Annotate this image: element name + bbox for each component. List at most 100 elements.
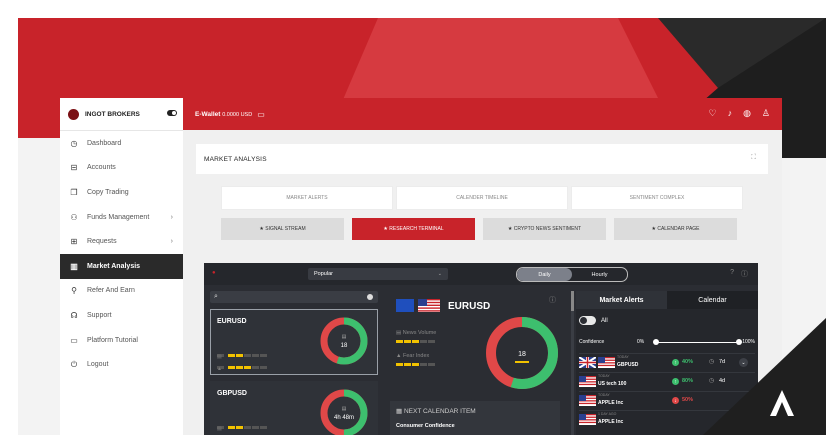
confidence-slider-track[interactable] [654,342,739,343]
pair-card-eurusd[interactable]: EURUSD ▤ ▲ ▤ 18 [210,309,378,375]
sidebar-item-label: Requests [87,238,117,246]
sidebar-item-label: Dashboard [87,139,122,147]
all-label: All [601,317,608,324]
us-flag-icon [579,376,596,387]
pair-name: EURUSD [217,318,247,325]
chevron-down-icon[interactable]: ⌄ [739,358,748,367]
news-bars: ▤ [217,354,267,360]
sidebar-item-copy-trading[interactable]: ❐ Copy Trading [60,180,183,205]
wallet-icon[interactable]: ▭ [257,110,265,119]
all-filter: All [579,316,608,325]
chevron-right-icon: › [170,213,173,221]
tab-market-alerts[interactable]: Market Alerts [576,291,667,309]
accounts-icon: ⊟ [70,163,78,173]
heart-icon[interactable]: ♡ [708,108,716,118]
tutorial-icon: ▭ [70,335,78,345]
alert-time: TODAY [617,355,629,359]
tab-research-terminal[interactable]: ★ RESEARCH TERMINAL [352,218,475,240]
info-icon[interactable]: ⓘ [549,295,556,305]
analysis-tabs-row1: MARKET ALERTS CALENDER TIMELINE SENTIMENT … [221,186,743,210]
market-select[interactable]: Popular ⌄ [308,268,448,280]
terminal-header: ● Popular ⌄ Daily Hourly ? ⓘ [204,263,758,285]
uk-flag-icon [579,357,596,368]
fear-bars: ▲ [217,366,267,372]
sentiment-ring: ▤ 4h 48m [320,389,368,435]
confidence-slider-min-handle[interactable] [653,339,659,345]
sidebar-item-platform-tutorial[interactable]: ▭ Platform Tutorial [60,328,183,353]
news-volume-label: News Volume [402,330,437,336]
bell-icon[interactable]: ♪ [728,108,733,118]
tab-market-alerts[interactable]: MARKET ALERTS [221,186,393,210]
sidebar-item-accounts[interactable]: ⊟ Accounts [60,156,183,181]
funds-icon: ⚇ [70,212,78,222]
sidebar-item-requests[interactable]: ⊞ Requests › [60,229,183,254]
sidebar-item-label: Support [87,311,112,319]
period-toggle[interactable]: Daily Hourly [516,267,628,282]
arrow-up-icon: ↑ [672,378,679,385]
tab-calendar[interactable]: Calendar [667,291,758,309]
period-hourly[interactable]: Hourly [572,268,627,281]
info-icon[interactable]: ⓘ [741,269,748,279]
help-icon[interactable]: ? [730,269,734,279]
alert-row[interactable]: 1 DAY AGO APPLE Inc [579,410,755,428]
alert-row[interactable]: TODAY GBPUSD ↑ 40% ◷ 7d ⌄ [579,353,755,371]
alert-symbol: APPLE Inc [598,419,624,425]
alert-time: TODAY [598,393,610,397]
sidebar-item-support[interactable]: ☊ Support [60,303,183,328]
alert-row[interactable]: TODAY US tech 100 ↑ 80% ◷ 4d [579,372,755,390]
pair-name: GBPUSD [217,390,247,397]
pair-card-gbpusd[interactable]: GBPUSD ▤ ▤ 4h 48m [210,381,378,435]
requests-icon: ⊞ [70,237,78,247]
pair-search[interactable]: ⌕ [210,291,378,303]
clear-search-icon[interactable] [367,294,373,300]
user-icon[interactable]: ♙ [762,108,770,118]
sidebar-item-refer-and-earn[interactable]: ⚲ Refer And Earn [60,279,183,304]
tab-crypto-news-sentiment[interactable]: ★ CRYPTO NEWS SENTIMENT [483,218,606,240]
sidebar-item-label: Logout [87,361,109,369]
alert-symbol: US tech 100 [598,381,627,387]
e-wallet[interactable]: E-Wallet 0.0000 USD [195,111,252,118]
sidebar-item-label: Accounts [87,164,116,172]
us-flag-icon [598,357,615,368]
globe-icon[interactable]: ◍ [743,108,751,118]
alert-row[interactable]: TODAY APPLE Inc ↓ 50% [579,391,755,409]
sidebar-item-funds-management[interactable]: ⚇ Funds Management › [60,205,183,230]
expand-icon[interactable]: ⛶ [751,154,756,162]
sidebar-item-logout[interactable]: ⏻ Logout [60,352,183,377]
main-content: MARKET ANALYSIS ⛶ MARKET ALERTS CALENDER … [183,130,782,435]
confidence-slider-max-handle[interactable] [736,339,742,345]
scrollbar[interactable] [571,291,574,435]
tab-sentiment-complex[interactable]: SENTIMENT COMPLEX [571,186,743,210]
pair-detail-panel: EURUSD ⓘ ▤ News Volume ▲ Fear Index 18 ▦… [390,291,560,435]
detail-ring-timer: 18 [518,351,526,358]
sidebar-item-market-analysis[interactable]: ▥ Market Analysis [60,253,183,279]
top-icons: ♡ ♪ ◍ ♙ [708,108,770,118]
page-title: MARKET ANALYSIS [204,155,267,163]
tab-signal-stream[interactable]: ★ SIGNAL STREAM [221,218,344,240]
all-toggle[interactable] [579,316,596,325]
alert-symbol: APPLE Inc [598,400,624,406]
svg-text:▤: ▤ [342,334,347,340]
pairs-panel: ⌕ EURUSD ▤ ▲ ▤ 18 GBPUSD ▤ ▤ 4h 48m [210,291,378,435]
sidebar-item-dashboard[interactable]: ◷ Dashboard [60,131,183,156]
alerts-panel: Market Alerts Calendar All Confidence 0%… [576,291,758,435]
alerts-tabs: Market Alerts Calendar [576,291,758,309]
wallet-label: E-Wallet [195,110,221,118]
refer-icon: ⚲ [71,286,77,296]
alert-duration: 4d [719,378,726,384]
svg-text:▤: ▤ [342,406,347,412]
market-select-value: Popular [314,271,333,277]
next-calendar-heading: ▦ NEXT CALENDAR ITEM [396,408,476,415]
tab-calender-timeline[interactable]: CALENDER TIMELINE [396,186,568,210]
chart-icon: ▥ [70,261,78,271]
detail-sentiment-ring: 18 [486,317,558,389]
tab-calendar-page[interactable]: ★ CALENDAR PAGE [614,218,737,240]
top-bar: E-Wallet 0.0000 USD ▭ ♡ ♪ ◍ ♙ [183,98,782,130]
period-daily[interactable]: Daily [517,268,572,281]
brand-logo-icon [68,108,79,120]
logout-icon: ⏻ [70,359,78,369]
next-calendar-item[interactable]: ▦ NEXT CALENDAR ITEM Consumer Confidence [390,401,560,435]
sidebar-item-label: Refer And Earn [87,287,135,295]
sidebar-toggle[interactable] [167,110,177,116]
fear-index: ▲ Fear Index [396,353,430,359]
